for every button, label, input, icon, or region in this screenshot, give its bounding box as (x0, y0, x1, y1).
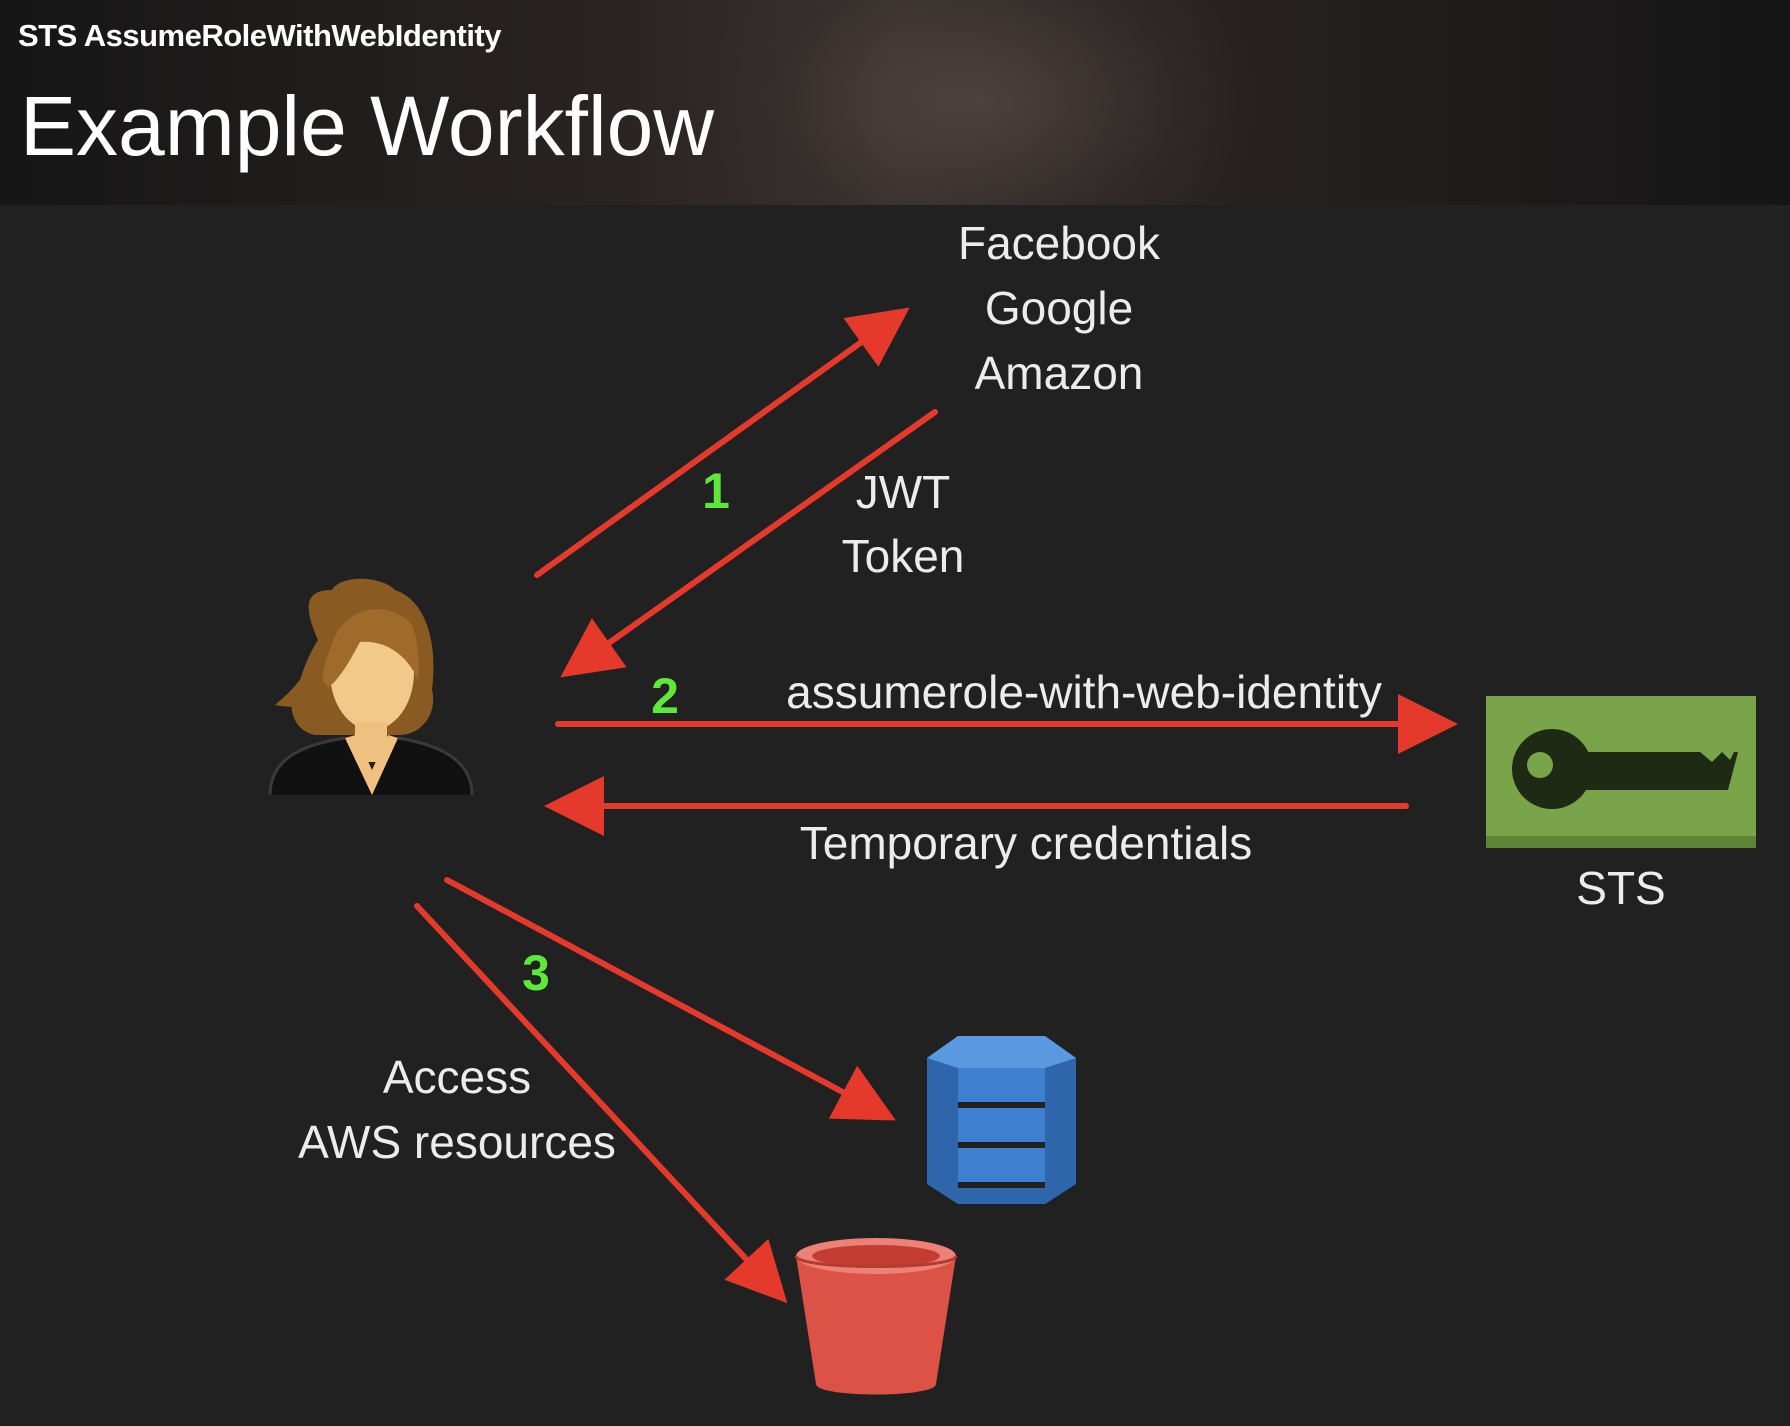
provider-facebook: Facebook (958, 217, 1161, 269)
dynamodb-icon (927, 1036, 1076, 1204)
user-icon (268, 578, 474, 796)
slide: STS AssumeRoleWithWebIdentity Example Wo… (0, 0, 1790, 1426)
step-1-label: 1 (702, 463, 730, 519)
jwt-label: JWT (856, 466, 951, 518)
provider-google: Google (985, 282, 1133, 334)
temporary-credentials-label: Temporary credentials (800, 817, 1253, 869)
assume-role-label: assumerole-with-web-identity (786, 666, 1382, 718)
token-label: Token (842, 530, 965, 582)
step-2-label: 2 (651, 668, 679, 724)
s3-bucket-icon (794, 1238, 958, 1395)
workflow-diagram: Facebook Google Amazon 1 JWT Token 2 ass… (268, 217, 1756, 1395)
aws-resources-label: AWS resources (298, 1116, 616, 1168)
sts-label: STS (1576, 862, 1665, 914)
step-3-label: 3 (522, 945, 550, 1001)
sts-key-icon (1486, 696, 1756, 848)
access-label: Access (383, 1051, 531, 1103)
provider-amazon: Amazon (975, 347, 1144, 399)
